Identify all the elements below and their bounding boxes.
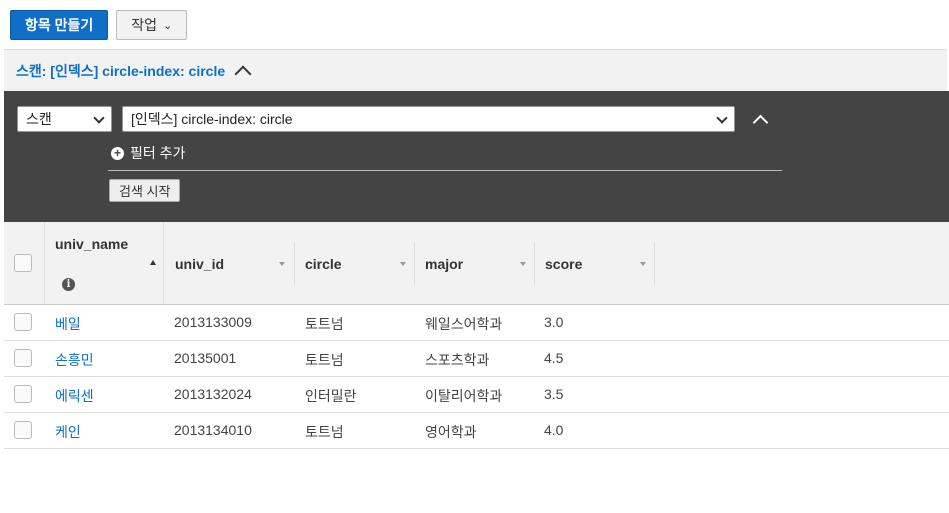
column-header-univ-name[interactable]: univ_name [55,236,128,252]
table-row[interactable]: 에릭센 2013132024 인터밀란 이탈리어학과 3.5 [4,376,949,413]
cell-score: 4.0 [544,422,564,438]
mode-select[interactable]: 스캔 [17,106,112,132]
sort-icon[interactable] [400,262,406,266]
column-divider [44,222,45,304]
add-filter-link[interactable]: + 필터 추가 [111,143,185,163]
cell-univ-name[interactable]: 에릭센 [55,386,94,406]
column-divider [414,242,415,284]
cell-circle: 토트넘 [305,316,344,332]
cell-score: 3.5 [544,386,564,402]
create-item-button[interactable]: 항목 만들기 [10,10,109,40]
mode-select-value: 스캔 [26,111,52,127]
add-filter-label: 필터 추가 [130,145,186,161]
column-divider [294,242,295,284]
chevron-down-icon [93,112,105,124]
column-divider [534,242,535,284]
actions-button[interactable]: 작업 ⌄ [116,10,188,40]
row-checkbox[interactable] [14,385,32,403]
chevron-up-icon[interactable] [234,65,252,82]
cell-univ-id: 2013133009 [174,314,252,330]
column-header-univ-id[interactable]: univ_id [175,256,224,272]
sort-icon[interactable] [640,262,646,266]
cell-circle: 토트넘 [305,424,344,440]
filter-panel: 스캔 [인덱스] circle-index: circle + 필터 추가 검색… [4,91,949,222]
cell-univ-name[interactable]: 베일 [55,314,81,334]
column-divider [654,242,655,284]
table-row[interactable]: 손흥민 20135001 토트넘 스포츠학과 4.5 [4,340,949,377]
toolbar: 항목 만들기 작업 ⌄ [10,10,188,40]
cell-major: 스포츠학과 [425,352,490,368]
index-select[interactable]: [인덱스] circle-index: circle [122,106,735,132]
cell-univ-id: 20135001 [174,350,237,366]
sort-icon[interactable] [279,262,285,266]
row-checkbox[interactable] [14,349,32,367]
table-header: univ_name i univ_id circle major score [4,222,949,305]
cell-major: 웨일스어학과 [425,316,503,332]
cell-univ-id: 2013132024 [174,386,252,402]
column-header-circle[interactable]: circle [305,256,342,272]
section-title: 스캔: [인덱스] circle-index: circle [16,62,226,79]
cell-major: 이탈리어학과 [425,388,503,404]
row-checkbox[interactable] [14,421,32,439]
cell-univ-id: 2013134010 [174,422,252,438]
sort-icon[interactable] [520,262,526,266]
chevron-down-icon: ⌄ [163,19,173,32]
index-select-value: [인덱스] circle-index: circle [131,111,293,127]
info-icon[interactable]: i [62,278,75,291]
plus-circle-icon: + [111,146,124,160]
column-header-score[interactable]: score [545,256,582,272]
cell-major: 영어학과 [425,424,477,440]
select-all-checkbox[interactable] [14,254,32,272]
column-header-major[interactable]: major [425,256,463,272]
cell-circle: 토트넘 [305,352,344,368]
cell-score: 4.5 [544,350,564,366]
table-row[interactable]: 케인 2013134010 토트넘 영어학과 4.0 [4,412,949,449]
row-checkbox[interactable] [14,313,32,331]
divider [108,170,782,171]
collapse-chevron-up-icon[interactable] [752,114,769,131]
cell-circle: 인터밀란 [305,388,357,404]
cell-score: 3.0 [544,314,564,330]
cell-univ-name[interactable]: 손흥민 [55,350,94,370]
sort-ascending-icon[interactable] [150,260,156,265]
actions-label: 작업 [131,17,158,33]
chevron-down-icon [716,112,728,124]
search-start-button[interactable]: 검색 시작 [109,179,181,202]
column-divider [163,222,164,304]
scan-section-header[interactable]: 스캔: [인덱스] circle-index: circle [4,49,947,91]
table-row[interactable]: 베일 2013133009 토트넘 웨일스어학과 3.0 [4,304,949,341]
cell-univ-name[interactable]: 케인 [55,422,81,442]
